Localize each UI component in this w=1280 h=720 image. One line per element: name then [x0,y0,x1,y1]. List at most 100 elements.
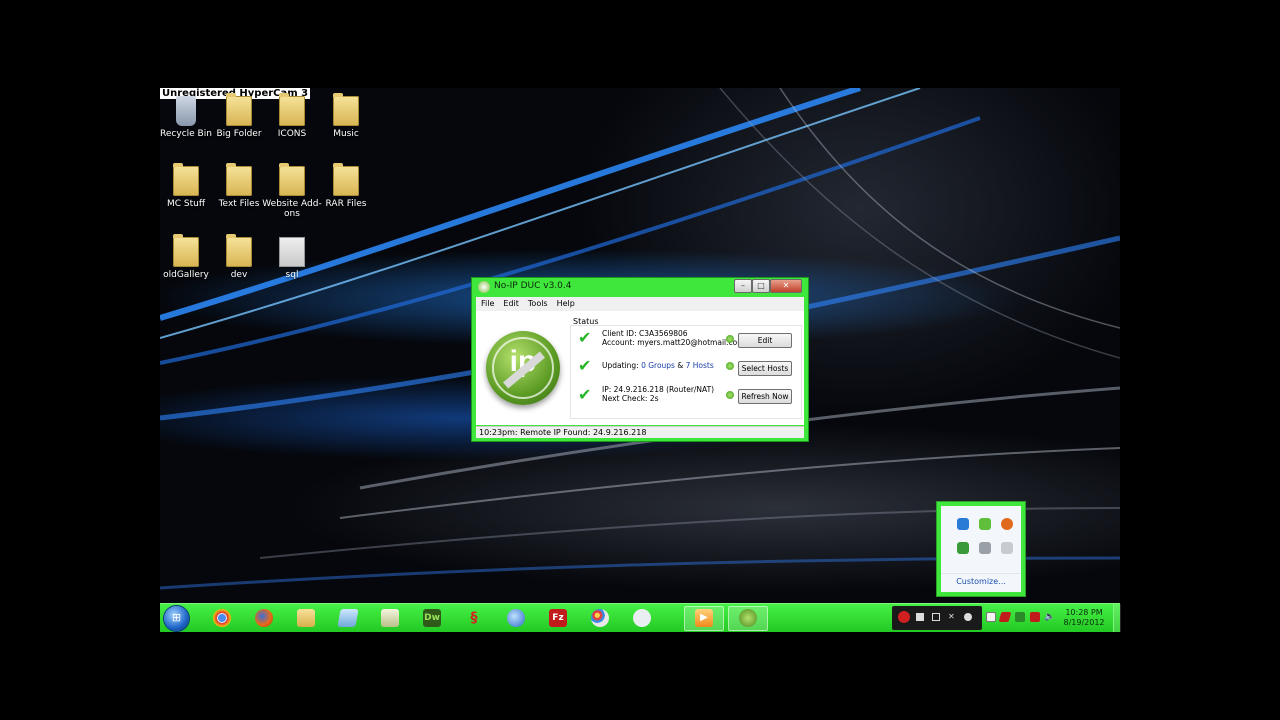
menu-file[interactable]: File [476,297,498,308]
filezilla-icon: Fz [549,609,567,627]
dreamweaver-icon: Dw [423,609,441,627]
desktop-icon-mc-stuff[interactable]: MC Stuff [160,163,216,209]
desktop-icon-label: ICONS [277,129,307,139]
window-titlebar[interactable]: No-IP DUC v3.0.4 – □ ✕ [472,278,808,296]
desktop-icon-sql[interactable]: sql [262,237,322,280]
folder-icon [226,234,252,267]
status-ok-icon [726,391,734,399]
close-button[interactable]: ✕ [770,279,802,293]
notepad-plus-icon [381,609,399,627]
thunderbird-icon [507,609,525,627]
taskbar-thunderbird[interactable] [496,606,536,631]
tools-icon[interactable]: ✕ [948,613,956,621]
folder-icon [173,163,199,196]
window-capture-icon[interactable] [932,613,940,621]
flag-icon[interactable] [1001,542,1013,554]
show-hidden-icons-icon[interactable] [986,612,996,622]
account-text: Account: myers.matt20@hotmail.com [602,338,745,347]
taskbar-chrome[interactable] [202,606,242,631]
folder-icon [333,93,359,126]
taskbar-firefox[interactable] [244,606,284,631]
desktop-icon-dev[interactable]: dev [209,234,269,280]
taskbar-notepad[interactable] [328,606,368,631]
window-client-area: ip Status ✔ Client ID: C3A3569806 Accoun… [476,311,804,425]
taskbar-notepad-plus[interactable] [370,606,410,631]
updating-and: & [674,361,686,370]
settings-icon[interactable] [964,613,972,621]
menu-edit[interactable]: Edit [498,297,523,308]
taskbar-dreamweaver[interactable]: Dw [412,606,452,631]
updating-text: Updating: 0 Groups & 7 Hosts [602,361,714,370]
desktop-icon-rar-files[interactable]: RAR Files [316,163,376,209]
check-icon: ✔ [578,328,592,347]
noip-icon [739,609,757,627]
folder-icon [226,163,252,196]
record-icon[interactable] [898,611,910,623]
updating-prefix: Updating: [602,361,642,370]
desktop-icon-icons[interactable]: ICONS [262,93,322,139]
customize-link[interactable]: Customize... [941,573,1021,586]
taskbar-media-player[interactable]: ▶ [684,606,724,631]
check-icon: ✔ [578,356,592,375]
desktop-icon-label: MC Stuff [166,199,206,209]
hosts-link[interactable]: 7 Hosts [686,361,714,370]
folder-icon [173,234,199,267]
app-tray-icon[interactable] [998,612,1012,622]
refresh-now-button[interactable]: Refresh Now [738,389,792,404]
show-desktop-button[interactable] [1113,604,1121,632]
noip-app-icon [478,281,490,293]
desktop-icon-label: Music [333,129,359,139]
taskbar-game[interactable] [622,606,662,631]
desktop-icon-label: Big Folder [216,129,262,139]
taskbar: ⊞ Dw § Fz ▶ ✕ 🔈 10:28 PM 8/19/2012 [160,603,1121,632]
edit-button[interactable]: Edit [738,333,792,348]
media-player-icon: ▶ [695,609,713,627]
folder-icon [333,163,359,196]
desktop-icon-music[interactable]: Music [316,93,376,139]
maximize-button[interactable]: □ [752,279,770,293]
desktop-icon-label: Text Files [218,199,260,209]
taskbar-app[interactable]: § [454,606,494,631]
clock-time: 10:28 PM [1065,608,1103,617]
stop-icon[interactable] [916,613,924,621]
taskbar-paint[interactable] [580,606,620,631]
desktop-icon-website-add-ons[interactable]: Website Add-ons [262,163,322,219]
folder-icon [279,163,305,196]
network-icon[interactable] [1015,612,1025,622]
desktop-icon-text-files[interactable]: Text Files [209,163,269,209]
recycle-bin-icon [176,96,196,126]
network-tray-icon[interactable] [979,542,991,554]
groups-link[interactable]: 0 Groups [641,361,675,370]
select-hosts-button[interactable]: Select Hosts [738,361,792,376]
status-ok-icon [726,335,734,343]
folder-icon [226,93,252,126]
desktop-icon-label: sql [285,270,299,280]
check-icon: ✔ [578,385,592,404]
noip-duc-window: No-IP DUC v3.0.4 – □ ✕ File Edit Tools Help… [471,277,809,442]
firefox-icon [255,609,273,627]
volume-icon[interactable]: 🔈 [1044,612,1055,622]
menu-help[interactable]: Help [552,297,579,308]
desktop-icon-recycle-bin[interactable]: Recycle Bin [160,96,216,139]
desktop-icon-big-folder[interactable]: Big Folder [209,93,269,139]
taskbar-noip[interactable] [728,606,768,631]
security-tray-icon[interactable] [957,542,969,554]
app-tray-icon[interactable] [1001,518,1013,530]
taskbar-explorer[interactable] [286,606,326,631]
desktop-icon-label: oldGallery [163,270,209,280]
desktop-icon-label: Recycle Bin [160,129,212,139]
start-button[interactable]: ⊞ [164,606,189,631]
minimize-button[interactable]: – [734,279,752,293]
clock[interactable]: 10:28 PM 8/19/2012 [1058,608,1110,628]
taskbar-filezilla[interactable]: Fz [538,606,578,631]
teamviewer-tray-icon[interactable] [957,518,969,530]
app-icon: § [470,610,478,626]
noip-tray-icon[interactable] [979,518,991,530]
desktop-icon-oldgallery[interactable]: oldGallery [160,234,216,280]
notepad-icon [337,609,359,627]
filezilla-tray-icon[interactable] [1030,612,1040,622]
paint-icon [591,609,609,627]
menu-tools[interactable]: Tools [523,297,552,308]
desktop-icon-label: RAR Files [325,199,367,209]
chrome-icon [213,609,231,627]
